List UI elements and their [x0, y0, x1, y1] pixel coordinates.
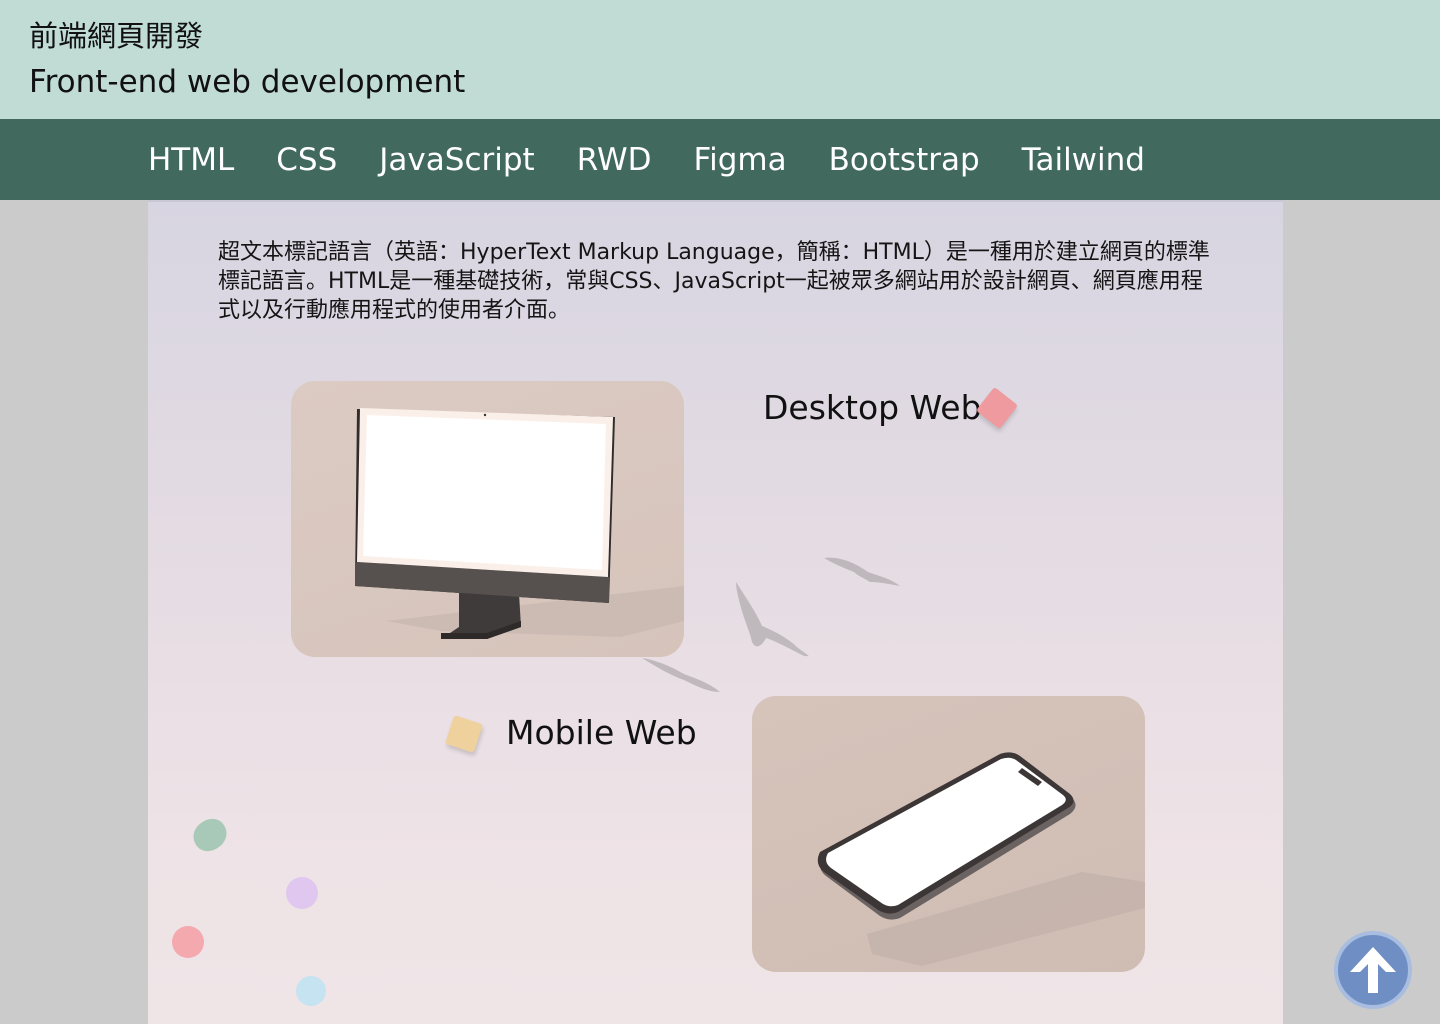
mobile-illustration-card [752, 696, 1145, 972]
nav-item-html[interactable]: HTML [148, 140, 234, 180]
site-title-zh: 前端網頁開發 [29, 19, 204, 53]
desktop-web-label: Desktop Web [763, 388, 982, 427]
nav-item-rwd[interactable]: RWD [577, 140, 652, 180]
mobile-web-label: Mobile Web [506, 713, 697, 752]
nav-item-css[interactable]: CSS [276, 140, 337, 180]
green-dot-decoration [187, 813, 233, 857]
nav-item-tailwind[interactable]: Tailwind [1022, 140, 1145, 180]
nav-list: HTML CSS JavaScript RWD Figma Bootstrap … [148, 119, 1145, 200]
imac-illustration [355, 408, 684, 639]
site-title-en: Front-end web development [29, 64, 466, 100]
desktop-illustration-card [291, 381, 684, 657]
main-content: 超文本標記語言（英語：HyperText Markup Language，簡稱：… [148, 200, 1283, 1024]
arrow-up-icon [1350, 947, 1396, 993]
iphone-illustration [817, 752, 1145, 966]
site-header: 前端網頁開發 Front-end web development [0, 0, 1440, 119]
intro-paragraph: 超文本標記語言（英語：HyperText Markup Language，簡稱：… [218, 240, 1210, 323]
main-nav: HTML CSS JavaScript RWD Figma Bootstrap … [0, 119, 1440, 200]
red-dot-decoration [172, 926, 204, 958]
pink-square-decoration [975, 386, 1019, 430]
yellow-square-decoration [445, 715, 483, 753]
purple-dot-decoration [286, 877, 318, 909]
nav-item-javascript[interactable]: JavaScript [379, 140, 534, 180]
nav-item-bootstrap[interactable]: Bootstrap [829, 140, 980, 180]
blue-dot-decoration [296, 976, 326, 1006]
nav-item-figma[interactable]: Figma [694, 140, 787, 180]
birds-decoration [642, 557, 900, 692]
scroll-to-top-button[interactable] [1334, 931, 1412, 1009]
